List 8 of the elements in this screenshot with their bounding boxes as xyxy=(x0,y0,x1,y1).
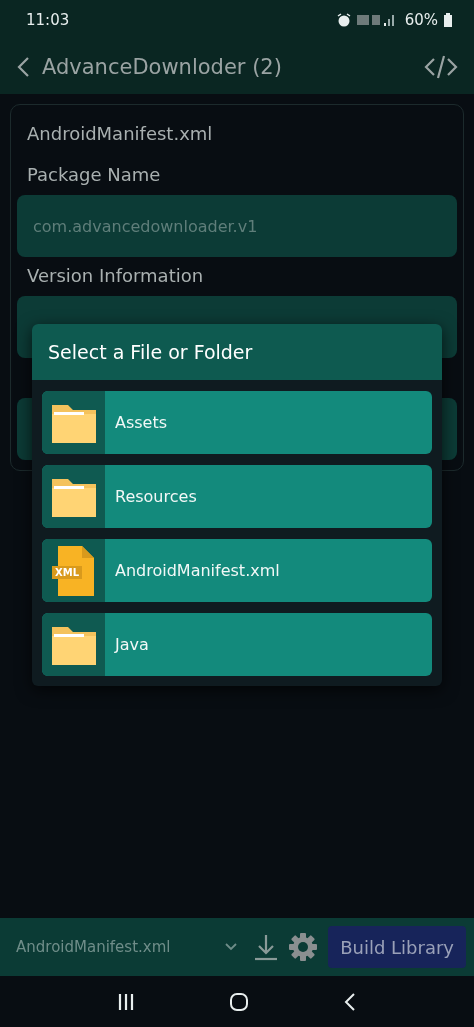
battery-level: 60% xyxy=(404,11,438,29)
field-label: Version Information xyxy=(27,265,205,286)
file-name: AndroidManifest.xml xyxy=(27,123,214,144)
app-title: AdvanceDownloder (2) xyxy=(42,55,283,79)
file-type-label: XML xyxy=(52,566,83,579)
dialog-title: Select a File or Folder xyxy=(32,324,442,380)
field-label: Package Name xyxy=(27,164,162,185)
clock-time: 11:03 xyxy=(26,11,70,29)
